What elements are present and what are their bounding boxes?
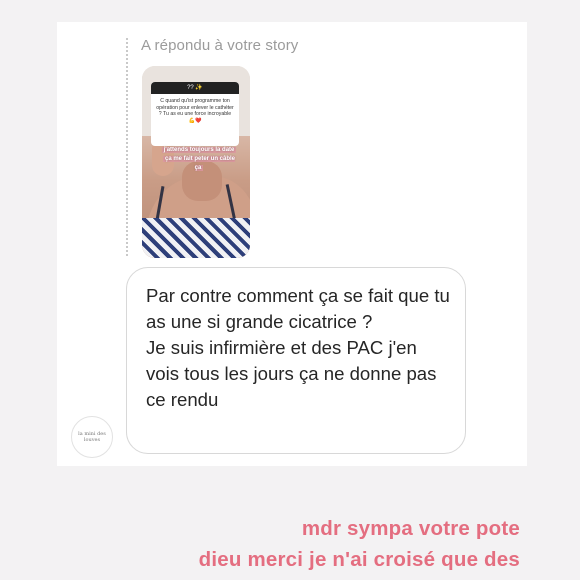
- story-answer-line-2: ça me fait peter un câble ça: [162, 156, 236, 171]
- story-question-header: ?? ✨: [151, 82, 239, 94]
- overlay-line-2: dieu merci je n'ai croisé que des: [198, 548, 520, 571]
- story-answer: j'attends toujours la date ça me fait pe…: [160, 146, 238, 173]
- reply-label: A répondu à votre story: [141, 37, 299, 54]
- message-paragraph-2: Je suis infirmière et des PAC j'en vois …: [146, 337, 437, 410]
- story-thumbnail[interactable]: ?? ✨ C quand qu'ist programme ton opérat…: [142, 66, 250, 258]
- reply-thread-line: [126, 38, 128, 256]
- message-paragraph-1: Par contre comment ça se fait que tu as …: [146, 285, 450, 332]
- avatar-logo-text: la mini des louves: [78, 431, 106, 443]
- story-question-text: C quand qu'ist programme ton opération p…: [156, 98, 234, 124]
- profile-avatar[interactable]: la mini des louves: [71, 416, 113, 458]
- story-clothing: [142, 218, 250, 258]
- story-question-sticker: ?? ✨ C quand qu'ist programme ton opérat…: [151, 82, 239, 146]
- message-bubble[interactable]: Par contre comment ça se fait que tu as …: [126, 267, 466, 454]
- overlay-line-1: mdr sympa votre pote: [301, 517, 520, 540]
- overlay-caption: mdr sympa votre pote dieu merci je n'ai …: [199, 513, 520, 575]
- story-answer-line-1: j'attends toujours la date: [161, 147, 237, 153]
